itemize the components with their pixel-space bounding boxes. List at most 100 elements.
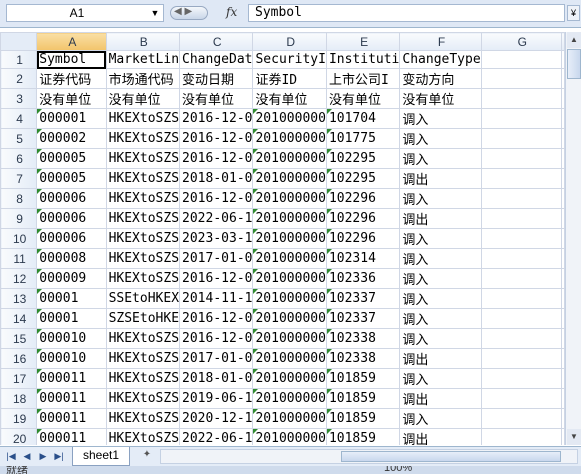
row-header[interactable]: 18 bbox=[0, 388, 38, 409]
cell[interactable]: 101859 bbox=[325, 428, 401, 445]
row-header[interactable]: 10 bbox=[0, 228, 38, 249]
cell[interactable]: 201000000 bbox=[252, 388, 327, 409]
cell[interactable]: HKEXtoSZS bbox=[105, 108, 181, 129]
cell[interactable] bbox=[480, 288, 563, 309]
row-header[interactable]: 16 bbox=[0, 348, 38, 369]
row-header[interactable]: 9 bbox=[0, 208, 38, 229]
row-header[interactable]: 1 bbox=[0, 50, 38, 69]
cell[interactable]: Instituti bbox=[325, 50, 401, 69]
row-header[interactable]: 14 bbox=[0, 308, 38, 329]
cell[interactable] bbox=[480, 268, 563, 289]
cell[interactable]: 201000000 bbox=[252, 168, 327, 189]
cell[interactable]: 没有单位 bbox=[105, 88, 181, 109]
cell[interactable]: 201000000 bbox=[252, 148, 327, 169]
cell[interactable]: Symbol bbox=[36, 50, 107, 69]
column-header[interactable]: F bbox=[399, 32, 482, 51]
cell[interactable]: SZSEtoHKE bbox=[105, 308, 181, 329]
row-header[interactable]: 6 bbox=[0, 148, 38, 169]
cell[interactable]: 201000000 bbox=[252, 288, 327, 309]
cell[interactable]: 201000000 bbox=[252, 188, 327, 209]
cell[interactable]: 000010 bbox=[36, 328, 107, 349]
cell[interactable] bbox=[480, 208, 563, 229]
cell[interactable]: 没有单位 bbox=[399, 88, 482, 109]
cell[interactable]: 201000000 bbox=[252, 228, 327, 249]
horizontal-scroll-thumb[interactable] bbox=[341, 451, 561, 462]
row-header[interactable]: 15 bbox=[0, 328, 38, 349]
cell[interactable]: HKEXtoSZS bbox=[105, 168, 181, 189]
scroll-down-icon[interactable]: ▼ bbox=[567, 429, 581, 445]
cell[interactable] bbox=[480, 88, 563, 109]
cell[interactable]: 000009 bbox=[36, 268, 107, 289]
row-header[interactable]: 19 bbox=[0, 408, 38, 429]
cell[interactable]: 000006 bbox=[36, 228, 107, 249]
vertical-scrollbar[interactable]: ▲ ▼ bbox=[565, 32, 581, 445]
cell[interactable]: HKEXtoSZS bbox=[105, 268, 181, 289]
cell[interactable]: 102337 bbox=[325, 288, 401, 309]
cell[interactable]: 101859 bbox=[325, 388, 401, 409]
cell[interactable]: 调出 bbox=[399, 428, 482, 445]
cell[interactable]: 201000000 bbox=[252, 308, 327, 329]
cell[interactable] bbox=[480, 228, 563, 249]
fx-icon[interactable]: fx bbox=[226, 5, 237, 19]
cell[interactable]: 102336 bbox=[325, 268, 401, 289]
cell[interactable]: HKEXtoSZS bbox=[105, 148, 181, 169]
cell[interactable] bbox=[480, 168, 563, 189]
vertical-scroll-thumb[interactable] bbox=[567, 49, 581, 79]
row-header[interactable]: 8 bbox=[0, 188, 38, 209]
row-header[interactable]: 7 bbox=[0, 168, 38, 189]
cell[interactable]: 2014-11-1 bbox=[179, 288, 254, 309]
cell[interactable]: 调入 bbox=[399, 268, 482, 289]
cell[interactable]: 调出 bbox=[399, 348, 482, 369]
cell[interactable]: 2023-03-1 bbox=[179, 228, 254, 249]
cell[interactable]: HKEXtoSZS bbox=[105, 208, 181, 229]
cell[interactable]: 102338 bbox=[325, 348, 401, 369]
cell[interactable]: 调出 bbox=[399, 388, 482, 409]
cell[interactable]: 变动方向 bbox=[399, 68, 482, 89]
tab-sheet1[interactable]: sheet1 bbox=[72, 447, 131, 466]
cell[interactable]: 2022-06-1 bbox=[179, 208, 254, 229]
cell[interactable]: 市场通代码 bbox=[105, 68, 181, 89]
cell[interactable]: 变动日期 bbox=[179, 68, 254, 89]
cell[interactable]: 调入 bbox=[399, 308, 482, 329]
insert-sheet-icon[interactable]: ✦ bbox=[138, 449, 156, 463]
cell[interactable]: 没有单位 bbox=[252, 88, 327, 109]
cell[interactable]: 2016-12-0 bbox=[179, 328, 254, 349]
cell[interactable] bbox=[480, 128, 563, 149]
row-header[interactable]: 11 bbox=[0, 248, 38, 269]
cell[interactable]: 201000000 bbox=[252, 268, 327, 289]
cell[interactable]: HKEXtoSZS bbox=[105, 368, 181, 389]
cell[interactable]: 调入 bbox=[399, 408, 482, 429]
cell[interactable]: 101704 bbox=[325, 108, 401, 129]
cell[interactable]: 201000000 bbox=[252, 348, 327, 369]
cell[interactable]: 2020-12-1 bbox=[179, 408, 254, 429]
cell[interactable]: 000005 bbox=[36, 148, 107, 169]
cell[interactable]: 101859 bbox=[325, 368, 401, 389]
column-header[interactable]: B bbox=[105, 32, 181, 51]
row-header[interactable]: 3 bbox=[0, 88, 38, 109]
formula-input[interactable]: Symbol bbox=[248, 4, 565, 22]
cell[interactable]: 102338 bbox=[325, 328, 401, 349]
cell[interactable]: 2016-12-0 bbox=[179, 108, 254, 129]
cell[interactable]: 2018-01-0 bbox=[179, 168, 254, 189]
cell[interactable]: 102296 bbox=[325, 208, 401, 229]
row-header[interactable]: 17 bbox=[0, 368, 38, 389]
cell[interactable]: 000005 bbox=[36, 168, 107, 189]
cell[interactable] bbox=[480, 148, 563, 169]
cell[interactable]: 201000000 bbox=[252, 248, 327, 269]
cell[interactable]: 102295 bbox=[325, 148, 401, 169]
cell[interactable]: 102314 bbox=[325, 248, 401, 269]
cell[interactable]: 201000000 bbox=[252, 128, 327, 149]
row-header[interactable]: 13 bbox=[0, 288, 38, 309]
cell[interactable]: 2016-12-0 bbox=[179, 148, 254, 169]
cell[interactable]: HKEXtoSZS bbox=[105, 188, 181, 209]
name-box[interactable]: A1 ▼ bbox=[6, 4, 164, 22]
cell[interactable]: 102296 bbox=[325, 228, 401, 249]
next-sheet-icon[interactable]: ▶ bbox=[36, 449, 50, 463]
cell[interactable]: HKEXtoSZS bbox=[105, 348, 181, 369]
cell[interactable]: 2022-06-1 bbox=[179, 428, 254, 445]
cell[interactable]: 调入 bbox=[399, 368, 482, 389]
cell[interactable]: 调出 bbox=[399, 168, 482, 189]
cell[interactable]: MarketLin bbox=[105, 50, 181, 69]
cell[interactable]: 102296 bbox=[325, 188, 401, 209]
cell[interactable]: 调入 bbox=[399, 148, 482, 169]
